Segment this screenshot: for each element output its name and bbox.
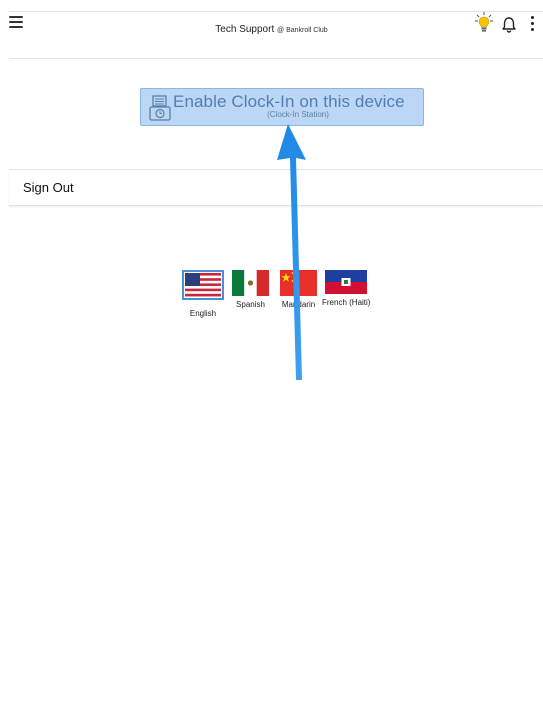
language-label-spanish: Spanish (236, 300, 265, 309)
language-label-english: English (189, 309, 217, 318)
language-label-french-haiti: French (Haiti) (322, 298, 371, 307)
enable-clock-in-button[interactable]: Enable Clock-In on this device (Clock-In… (140, 88, 424, 126)
header-title-text: Tech Support (215, 24, 275, 35)
bell-icon[interactable] (501, 16, 517, 34)
us-flag-icon (185, 273, 221, 297)
language-option-english[interactable]: English (182, 270, 224, 318)
header-subtitle-text: @ Bankroll Club (277, 27, 328, 34)
haiti-flag-icon (325, 270, 368, 294)
kebab-icon[interactable] (529, 16, 535, 32)
clock-in-sublabel: (Clock-In Station) (267, 110, 329, 119)
language-option-spanish[interactable]: Spanish (232, 270, 269, 309)
sign-out-menu-item[interactable]: Sign Out (9, 169, 543, 206)
page-title: Tech Support @ Bankroll Club (0, 24, 543, 35)
language-option-mandarin[interactable]: Mandarin (280, 270, 317, 309)
selected-flag-frame (182, 270, 224, 300)
lightbulb-icon[interactable] (475, 12, 493, 34)
china-flag-icon (280, 270, 317, 296)
mexico-flag-icon (232, 270, 269, 296)
app-header (9, 12, 543, 59)
language-label-mandarin: Mandarin (281, 300, 316, 309)
language-option-french-haiti[interactable]: French (Haiti) (322, 270, 370, 307)
clock-station-icon (149, 95, 171, 121)
arrow-shape (277, 124, 306, 380)
sign-out-label: Sign Out (23, 180, 74, 195)
clock-in-label: Enable Clock-In on this device (173, 92, 405, 111)
